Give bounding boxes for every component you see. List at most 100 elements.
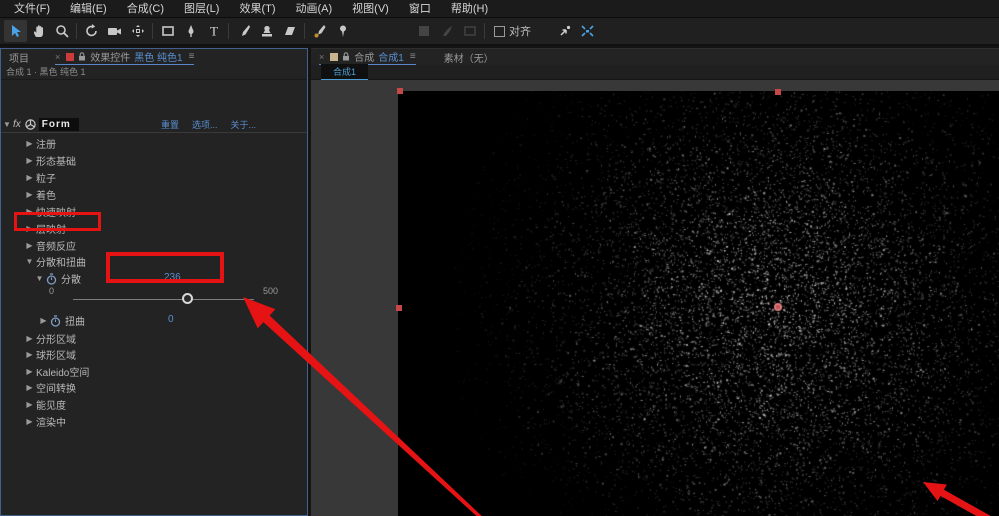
effect-about-link[interactable]: 关于... <box>231 118 257 131</box>
group-audio-react[interactable]: ▶ 音频反应 <box>23 238 76 253</box>
chevron-right-icon[interactable]: ▶ <box>23 139 36 148</box>
stopwatch-icon[interactable] <box>50 315 61 327</box>
menu-bar: 文件(F) 编辑(E) 合成(C) 图层(L) 效果(T) 动画(A) 视图(V… <box>0 0 999 18</box>
pan-behind-tool-icon[interactable] <box>126 20 149 42</box>
effect-header-row[interactable]: ▼ fx Form 重置 选项... 关于... <box>1 116 307 133</box>
chevron-right-icon[interactable]: ▶ <box>23 367 36 376</box>
chevron-right-icon[interactable]: ▶ <box>23 156 36 165</box>
chevron-right-icon[interactable]: ▶ <box>37 316 50 325</box>
rotation-tool-icon[interactable] <box>80 20 103 42</box>
tab-effect-controls[interactable]: × 效果控件 黑色 纯色1 ≡ <box>55 49 194 65</box>
menu-layer[interactable]: 图层(L) <box>174 0 229 18</box>
after-effects-window: 文件(F) 编辑(E) 合成(C) 图层(L) 效果(T) 动画(A) 视图(V… <box>0 0 999 516</box>
chevron-right-icon[interactable]: ▶ <box>23 383 36 392</box>
group-label: 粒子 <box>36 170 56 185</box>
tab-composition[interactable]: × 合成 合成1 ≡ <box>319 49 416 65</box>
puppet-pin-tool-icon[interactable] <box>331 20 354 42</box>
chevron-right-icon[interactable]: ▶ <box>23 241 36 250</box>
tab-footage[interactable]: 素材（无） <box>444 50 494 65</box>
group-label: 注册 <box>36 136 56 151</box>
panel-menu-icon[interactable]: ≡ <box>189 51 195 62</box>
tab-project[interactable]: 项目 <box>9 50 29 65</box>
menu-effect[interactable]: 效果(T) <box>229 0 285 18</box>
slider-max-label: 500 <box>263 286 278 296</box>
group-label: 分散和扭曲 <box>36 254 86 269</box>
effect-properties: ▼ fx Form 重置 选项... 关于... ▶ 注册 ▶ 形态基础 <box>1 80 307 500</box>
group-particle[interactable]: ▶ 粒子 <box>23 170 56 185</box>
eraser-tool-icon[interactable] <box>278 20 301 42</box>
comp-strip-tab[interactable]: 合成1 <box>321 64 368 80</box>
property-disperse[interactable]: ▼ 分散 <box>33 271 81 286</box>
menu-edit[interactable]: 编辑(E) <box>60 0 117 18</box>
hand-tool-icon[interactable] <box>27 20 50 42</box>
twist-value[interactable]: 0 <box>168 314 174 325</box>
chevron-right-icon[interactable]: ▶ <box>23 417 36 426</box>
align-label: 对齐 <box>509 23 531 39</box>
chevron-right-icon[interactable]: ▶ <box>23 173 36 182</box>
zoom-tool-icon[interactable] <box>50 20 73 42</box>
layer-handle-top-left[interactable] <box>397 88 403 94</box>
toolbar-separator <box>228 23 229 39</box>
roto-brush-tool-icon[interactable] <box>308 20 331 42</box>
layer-handle-top-center[interactable] <box>775 89 781 95</box>
viewer-content[interactable] <box>311 80 999 516</box>
chevron-right-icon[interactable]: ▶ <box>23 334 36 343</box>
menu-file[interactable]: 文件(F) <box>4 0 60 18</box>
group-rendering[interactable]: ▶ 渲染中 <box>23 414 66 429</box>
group-visibility[interactable]: ▶ 能见度 <box>23 397 66 412</box>
menu-composition[interactable]: 合成(C) <box>117 0 174 18</box>
menu-window[interactable]: 窗口 <box>399 0 441 18</box>
brush-tool-icon[interactable] <box>232 20 255 42</box>
group-disperse-twist[interactable]: ▼ 分散和扭曲 <box>23 254 86 269</box>
menu-help[interactable]: 帮助(H) <box>441 0 498 18</box>
disperse-slider-track[interactable] <box>73 299 254 300</box>
character-panel-icon <box>458 20 481 42</box>
panel-menu-icon[interactable]: ≡ <box>410 51 416 62</box>
group-label: 形态基础 <box>36 153 76 168</box>
stopwatch-icon[interactable] <box>46 273 57 285</box>
chevron-down-icon[interactable]: ▼ <box>1 120 13 129</box>
disperse-slider-handle[interactable] <box>182 293 193 304</box>
group-spherical-field[interactable]: ▶ 球形区域 <box>23 347 76 362</box>
composition-canvas[interactable] <box>398 91 999 516</box>
close-icon[interactable]: × <box>55 52 60 62</box>
group-shading[interactable]: ▶ 着色 <box>23 187 56 202</box>
align-checkbox[interactable] <box>494 26 505 37</box>
clone-stamp-tool-icon[interactable] <box>255 20 278 42</box>
annotation-rect-disperse-slider <box>106 252 224 283</box>
pen-tool-icon[interactable] <box>179 20 202 42</box>
chevron-down-icon[interactable]: ▼ <box>23 257 36 266</box>
chevron-right-icon[interactable]: ▶ <box>23 350 36 359</box>
group-register[interactable]: ▶ 注册 <box>23 136 56 151</box>
property-twist[interactable]: ▶ 扭曲 <box>37 313 85 328</box>
chevron-right-icon[interactable]: ▶ <box>23 190 36 199</box>
selection-tool-icon[interactable] <box>4 20 27 42</box>
camera-tool-icon[interactable] <box>103 20 126 42</box>
type-tool-icon[interactable]: T <box>202 20 225 42</box>
group-kaleidospace[interactable]: ▶ Kaleido空间 <box>23 364 89 379</box>
group-label: 球形区域 <box>36 347 76 362</box>
toolbar-separator <box>304 23 305 39</box>
align-toggle[interactable]: 对齐 <box>494 23 531 39</box>
chevron-down-icon[interactable]: ▼ <box>33 274 46 283</box>
chevron-right-icon[interactable]: ▶ <box>23 400 36 409</box>
layer-handle-mid-left[interactable] <box>396 305 402 311</box>
effect-reset-link[interactable]: 重置 <box>161 118 179 131</box>
rectangle-tool-icon[interactable] <box>156 20 179 42</box>
menu-view[interactable]: 视图(V) <box>342 0 399 18</box>
close-icon[interactable]: × <box>319 52 324 62</box>
group-base-form[interactable]: ▶ 形态基础 <box>23 153 76 168</box>
lock-icon[interactable] <box>78 52 86 61</box>
group-fractal-field[interactable]: ▶ 分形区域 <box>23 331 76 346</box>
paragraph-panel-icon <box>435 20 458 42</box>
lock-icon[interactable] <box>342 52 350 61</box>
effect-options-link[interactable]: 选项... <box>192 118 218 131</box>
composition-frame[interactable] <box>398 91 999 516</box>
effect-name[interactable]: Form <box>39 118 79 131</box>
motion-blur-icon[interactable] <box>576 20 599 42</box>
group-world-transform[interactable]: ▶ 空间转换 <box>23 380 76 395</box>
shortcut-editor-icon[interactable] <box>553 20 576 42</box>
comp-mini-flowchart: 合成1 <box>311 65 999 80</box>
menu-animation[interactable]: 动画(A) <box>286 0 343 18</box>
property-label: 扭曲 <box>65 313 85 328</box>
